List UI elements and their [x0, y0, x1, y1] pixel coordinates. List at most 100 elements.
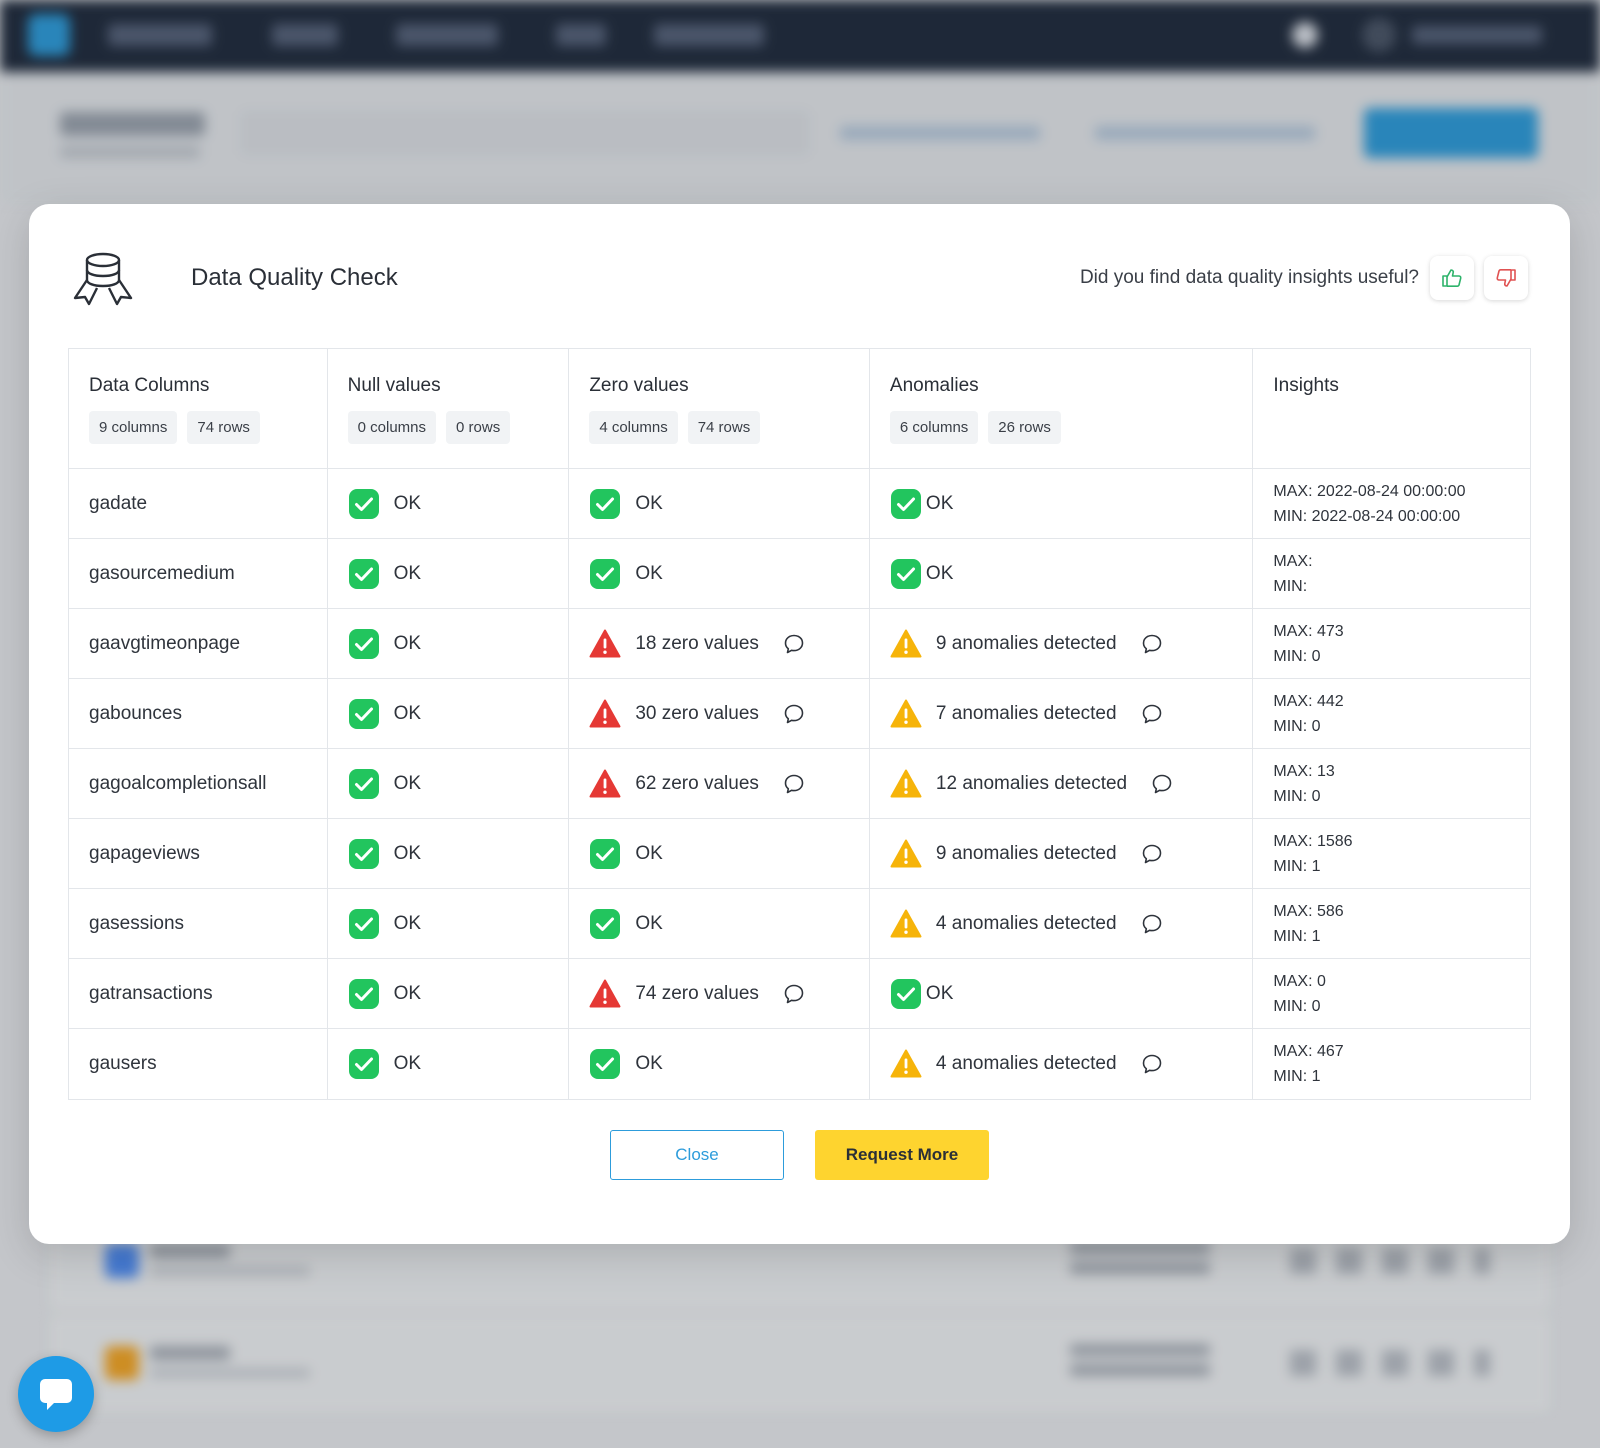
comment-icon[interactable]	[1141, 633, 1163, 655]
status-indicator: OK	[348, 768, 421, 800]
insights-cell: MAX: 586 MIN: 1	[1253, 889, 1530, 958]
anomalies-cell: OK	[870, 469, 1254, 538]
insight-max: MAX: 0	[1273, 972, 1326, 990]
comment-icon[interactable]	[783, 703, 805, 725]
status-text: 4 anomalies detected	[935, 912, 1117, 934]
anomalies-cell: 9 anomalies detected	[870, 609, 1254, 678]
check-icon	[348, 558, 380, 590]
status-indicator: 18 zero values	[589, 628, 805, 660]
status-indicator: OK	[589, 1048, 663, 1080]
zero-values-cell: OK	[569, 889, 870, 958]
insight-max: MAX:	[1273, 552, 1313, 570]
insight-min: MIN: 0	[1273, 647, 1321, 665]
status-indicator: OK	[890, 488, 953, 520]
status-text: OK	[635, 562, 663, 584]
insight-max: MAX: 473	[1273, 622, 1344, 640]
null-values-cell: OK	[328, 609, 570, 678]
error-triangle-icon	[589, 628, 621, 660]
comment-icon[interactable]	[1141, 1053, 1163, 1075]
anomalies-cell: 9 anomalies detected	[870, 819, 1254, 888]
status-indicator: 74 zero values	[589, 978, 805, 1010]
check-icon	[589, 838, 621, 870]
null-values-cell: OK	[328, 889, 570, 958]
null-values-cell: OK	[328, 539, 570, 608]
count-badge: 0 rows	[446, 411, 511, 444]
anomalies-cell: 4 anomalies detected	[870, 889, 1254, 958]
check-icon	[348, 1048, 380, 1080]
status-indicator: OK	[348, 978, 421, 1010]
status-indicator: OK	[589, 558, 663, 590]
table-row: gaavgtimeonpage OK 18 zero values 9 anom…	[69, 609, 1530, 679]
comment-icon[interactable]	[783, 983, 805, 1005]
chat-launcher-button[interactable]	[18, 1356, 94, 1432]
status-indicator: 4 anomalies detected	[890, 1048, 1163, 1080]
modal-header: Data Quality Check Did you find data qua…	[69, 248, 1529, 318]
comment-icon[interactable]	[1151, 773, 1173, 795]
status-indicator: OK	[348, 628, 421, 660]
column-name-cell: gagoalcompletionsall	[69, 749, 328, 818]
zero-values-cell: OK	[569, 539, 870, 608]
insights-cell: MAX: 467 MIN: 1	[1253, 1029, 1530, 1099]
comment-icon[interactable]	[1141, 843, 1163, 865]
status-text: OK	[393, 702, 422, 724]
insight-max: MAX: 586	[1273, 902, 1344, 920]
status-indicator: OK	[348, 558, 421, 590]
anomalies-cell: OK	[870, 539, 1254, 608]
status-text: 30 zero values	[635, 702, 759, 724]
column-name-cell: gatransactions	[69, 959, 328, 1028]
check-icon	[348, 488, 380, 520]
insights-cell: MAX: 473 MIN: 0	[1253, 609, 1530, 678]
insight-min: MIN:	[1273, 577, 1308, 595]
column-name-cell: gapageviews	[69, 819, 328, 888]
count-badge: 6 columns	[889, 411, 979, 444]
insight-min: MIN: 1	[1273, 1068, 1321, 1085]
insight-max: MAX: 2022-08-24 00:00:00	[1273, 482, 1466, 500]
comment-icon[interactable]	[783, 773, 805, 795]
insight-min: MIN: 0	[1273, 997, 1321, 1015]
chat-icon	[40, 1379, 72, 1410]
column-name-cell: gasessions	[69, 889, 328, 958]
close-button[interactable]: Close	[610, 1130, 784, 1180]
insights-cell: MAX: 13 MIN: 0	[1253, 749, 1530, 818]
insight-max: MAX: 1586	[1273, 832, 1353, 850]
warning-triangle-icon	[890, 908, 922, 940]
comment-icon[interactable]	[783, 633, 805, 655]
status-text: OK	[925, 562, 954, 584]
null-values-cell: OK	[328, 749, 570, 818]
status-indicator: OK	[348, 698, 421, 730]
request-more-button[interactable]: Request More	[815, 1130, 989, 1180]
status-indicator: 9 anomalies detected	[890, 628, 1163, 660]
check-icon	[348, 768, 380, 800]
anomalies-cell: 12 anomalies detected	[870, 749, 1254, 818]
comment-icon[interactable]	[1141, 703, 1163, 725]
check-icon	[589, 1048, 621, 1080]
check-icon	[348, 908, 380, 940]
table-row: gagoalcompletionsall OK 62 zero values 1…	[69, 749, 1530, 819]
status-text: OK	[393, 842, 422, 864]
status-indicator: OK	[348, 908, 421, 940]
column-name: gatransactions	[89, 982, 213, 1004]
column-name-cell: gaavgtimeonpage	[69, 609, 328, 678]
status-text: 12 anomalies detected	[935, 772, 1128, 794]
status-indicator: 62 zero values	[589, 768, 805, 800]
header-label: Anomalies	[889, 375, 979, 396]
column-name: gapageviews	[89, 842, 200, 864]
anomalies-cell: OK	[870, 959, 1254, 1028]
check-icon	[348, 698, 380, 730]
null-values-cell: OK	[328, 959, 570, 1028]
status-indicator: OK	[348, 838, 421, 870]
anomalies-cell: 4 anomalies detected	[870, 1029, 1254, 1099]
status-indicator: OK	[589, 838, 663, 870]
check-icon	[589, 488, 621, 520]
table-row: gadate OK OK OK MAX: 2022-08-24 00:00:00…	[69, 469, 1530, 539]
check-icon	[589, 558, 621, 590]
warning-triangle-icon	[890, 768, 922, 800]
thumbs-up-button[interactable]	[1430, 256, 1474, 300]
check-icon	[890, 488, 922, 520]
comment-icon[interactable]	[1141, 913, 1163, 935]
status-text: 4 anomalies detected	[935, 1053, 1117, 1074]
thumbs-down-button[interactable]	[1484, 256, 1528, 300]
column-name: gasourcemedium	[89, 562, 235, 584]
data-quality-modal: Data Quality Check Did you find data qua…	[29, 204, 1570, 1244]
status-text: OK	[925, 492, 954, 514]
